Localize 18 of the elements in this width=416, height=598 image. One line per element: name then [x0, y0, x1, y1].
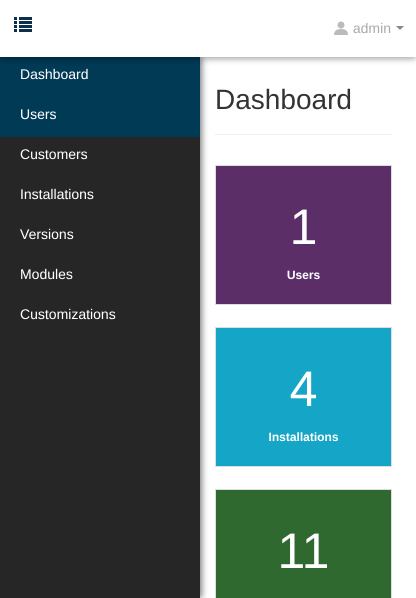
page-title: Dashboard [215, 57, 392, 135]
stat-card[interactable]: 1 Users [215, 165, 392, 305]
stat-label: Users [286, 268, 320, 282]
sidebar-item[interactable]: Customers [0, 137, 200, 177]
sidebar-item[interactable]: Versions [0, 217, 200, 257]
stat-count: 1 [290, 202, 318, 252]
stat-count: 4 [290, 364, 318, 414]
stat-count: 11 [278, 526, 330, 576]
stat-card[interactable]: 11 [215, 489, 392, 598]
caret-icon [396, 26, 404, 30]
sidebar-item[interactable]: Installations [0, 177, 200, 217]
stat-label: Installations [268, 430, 338, 444]
list-icon[interactable] [14, 17, 32, 32]
user-icon [334, 20, 348, 34]
sidebar-item[interactable]: Modules [0, 257, 200, 297]
sidebar-item[interactable]: Customizations [0, 297, 200, 337]
sidebar-item[interactable]: Dashboard [0, 57, 200, 97]
sidebar-item[interactable]: Users [0, 97, 200, 137]
